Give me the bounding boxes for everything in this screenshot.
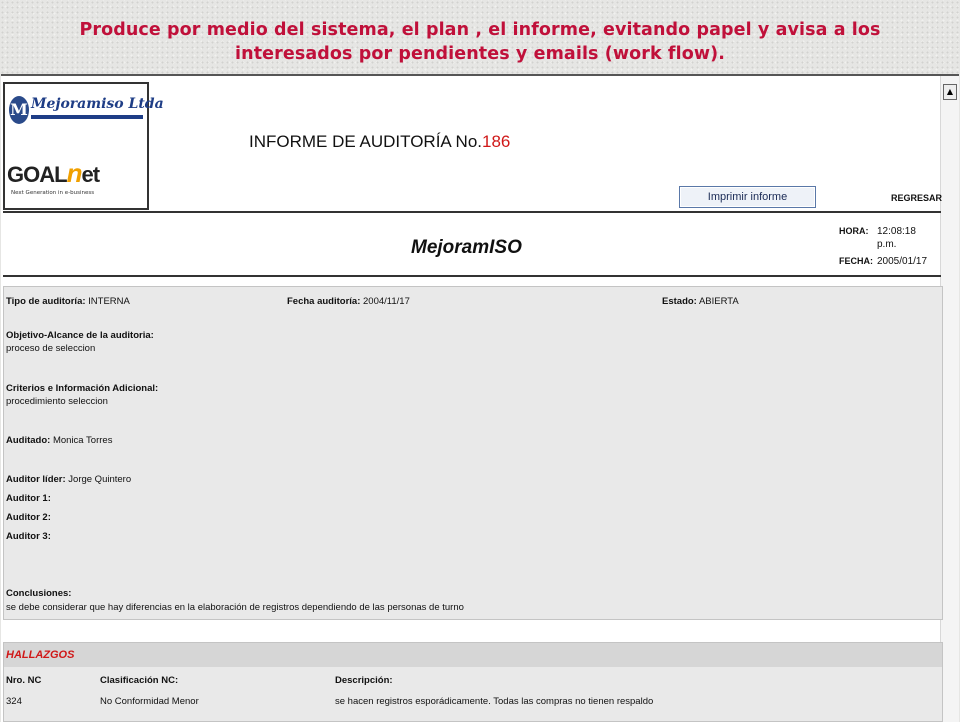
auditor-1-field: Auditor 1: [6, 493, 51, 504]
conclusions-label: Conclusiones: [6, 588, 72, 599]
report-title: INFORME DE AUDITORÍA No.186 [249, 132, 510, 152]
back-link[interactable]: REGRESAR [891, 193, 942, 203]
time-suffix: p.m. [877, 239, 897, 250]
audit-type-field: Tipo de auditoría: INTERNA [6, 296, 130, 307]
findings-title: HALLAZGOS [6, 649, 75, 661]
column-header-classification: Clasificación NC: [100, 675, 179, 686]
brand-name: MejoramISO [411, 237, 522, 258]
column-header-nc-number: Nro. NC [6, 675, 42, 686]
date-label: FECHA: [839, 256, 873, 266]
audit-status-field: Estado: ABIERTA [662, 296, 739, 307]
table-row-cell-description: se hacen registros esporádicamente. Toda… [335, 696, 654, 707]
objective-label: Objetivo-Alcance de la auditoria: [6, 330, 154, 341]
conclusions-value: se debe considerar que hay diferencias e… [6, 602, 464, 613]
goalnet-logo: GOALnet [7, 158, 100, 189]
objective-value: proceso de seleccion [6, 343, 96, 354]
slide-caption: Produce por medio del sistema, el plan ,… [0, 18, 960, 66]
auditee-field: Auditado: Monica Torres [6, 435, 113, 446]
mejoramiso-logo-icon: M [9, 96, 29, 124]
logo-company-name: Mejoramiso Ltda [31, 96, 164, 112]
scroll-up-arrow-icon[interactable]: ▲ [943, 84, 957, 100]
criteria-value: procedimiento seleccion [6, 396, 108, 407]
goalnet-suffix: et [81, 162, 100, 187]
goalnet-accent: n [66, 158, 83, 188]
findings-table: HALLAZGOS Nro. NC Clasificación NC: Desc… [3, 642, 943, 722]
table-row-cell-nc-number: 324 [6, 696, 22, 707]
auditor-2-field: Auditor 2: [6, 512, 51, 523]
table-row-cell-classification: No Conformidad Menor [100, 696, 199, 707]
caption-line-2: interesados por pendientes y emails (wor… [235, 44, 725, 64]
report-title-prefix: INFORME DE AUDITORÍA No. [249, 132, 483, 151]
company-logo: M Mejoramiso Ltda GOALnet Next Generatio… [3, 82, 164, 210]
findings-header-bar: HALLAZGOS [4, 643, 942, 667]
header-divider [3, 211, 941, 213]
date-value: 2005/01/17 [877, 256, 928, 267]
time-label: HORA: [839, 226, 869, 236]
logo-underline [31, 115, 143, 119]
brand-divider [3, 275, 941, 277]
audit-details-panel: Tipo de auditoría: INTERNA Fecha auditor… [3, 286, 943, 620]
auditor-3-field: Auditor 3: [6, 531, 51, 542]
goalnet-prefix: GOAL [7, 162, 68, 187]
report-window: ▲ M Mejoramiso Ltda GOALnet Next Generat… [1, 74, 959, 722]
caption-line-1: Produce por medio del sistema, el plan ,… [79, 20, 881, 40]
audit-date-field: Fecha auditoría: 2004/11/17 [287, 296, 410, 307]
report-number: 186 [482, 132, 511, 151]
criteria-label: Criterios e Información Adicional: [6, 383, 159, 394]
time-value: 12:08:18 [877, 226, 916, 237]
print-report-button[interactable]: Imprimir informe [679, 186, 816, 208]
lead-auditor-field: Auditor líder: Jorge Quintero [6, 474, 132, 485]
goalnet-tagline: Next Generation in e-business [11, 190, 95, 196]
column-header-description: Descripción: [335, 675, 393, 686]
